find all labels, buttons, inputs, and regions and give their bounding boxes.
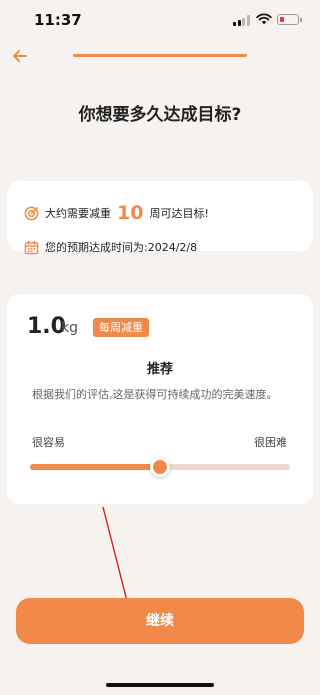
continue-button[interactable]: 继续 [16,598,304,644]
weekly-loss-badge: 每周减重 [93,318,149,337]
status-bar: 11:37 [0,0,320,40]
slider-easy-label: 很容易 [32,436,65,449]
progress-fill [73,54,247,57]
weeks-count: 10 [117,202,144,224]
wifi-icon [256,13,272,25]
page-title: 你想要多久达成目标? [78,105,242,125]
recommend-title: 推荐 [146,362,173,377]
estimate-suffix: 周可达目标! [149,207,209,220]
recommend-description: 根据我们的评估,这是获得可持续成功的完美速度。 [32,388,278,401]
estimate-weeks-row: 大约需要减重 10 周可达目标! [24,201,209,225]
calendar-icon [24,240,39,254]
cellular-signal-icon [233,15,250,26]
slider-hard-label: 很困难 [254,436,287,449]
pace-slider-fill [30,464,160,470]
back-arrow-icon[interactable] [10,46,30,66]
pace-slider-thumb[interactable] [150,457,170,477]
progress-bar [73,54,247,57]
target-icon [24,206,39,220]
screen: 11:37 你想要多久达成目标? 大约需要减重 10 周可达目标! 您的预期达成… [0,0,320,695]
expected-date-text: 您的预期达成时间为:2024/2/8 [45,241,198,254]
status-time: 11:37 [34,11,82,29]
home-indicator [106,683,214,687]
estimate-prefix: 大约需要减重 [45,207,111,220]
estimate-date-row: 您的预期达成时间为:2024/2/8 [24,238,197,256]
battery-icon [277,14,302,25]
weight-unit: kg [61,320,78,336]
